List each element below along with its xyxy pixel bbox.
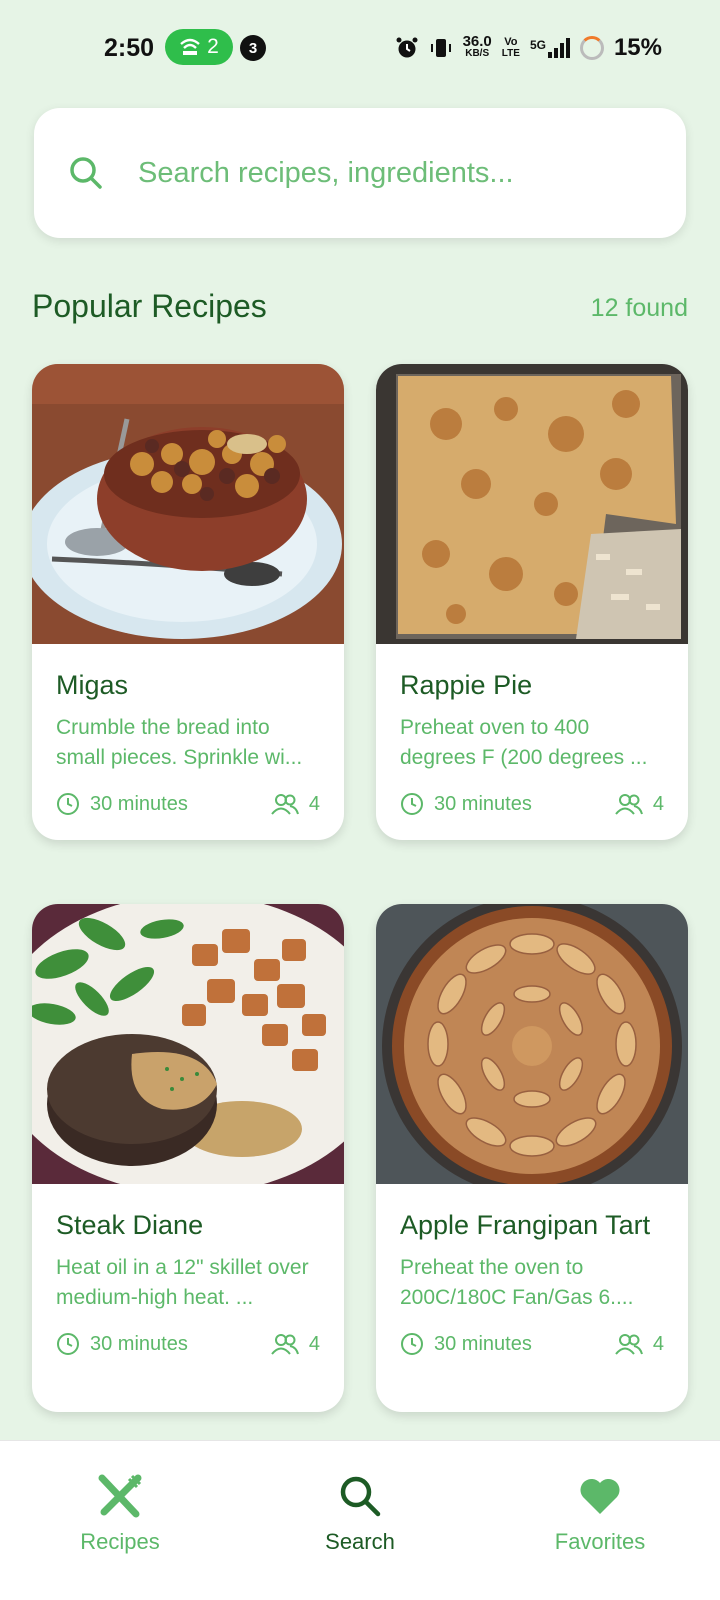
- heart-icon: [580, 1478, 620, 1514]
- nav-label: Recipes: [80, 1529, 160, 1554]
- hotspot-pill: 2: [165, 29, 233, 65]
- section-title: Popular Recipes: [32, 288, 267, 324]
- recipe-time: 30 minutes: [434, 792, 532, 815]
- clock-icon: [57, 793, 79, 815]
- volte-indicator: Vo LTE: [501, 36, 520, 59]
- alarm-icon: [396, 37, 418, 58]
- recipe-title: Apple Frangipan Tart: [400, 1210, 651, 1240]
- bottom-nav: Recipes Search Favorites: [0, 1440, 720, 1600]
- recipe-image-apple-tart: [376, 904, 688, 1184]
- signal-bars-icon: [547, 38, 570, 58]
- nav-recipes[interactable]: Recipes: [30, 1471, 210, 1555]
- recipe-description: Crumble the bread into small pieces. Spr…: [56, 716, 303, 769]
- servings-icon: [271, 794, 299, 815]
- search-icon: [340, 1476, 381, 1517]
- recipe-time: 30 minutes: [434, 1332, 532, 1355]
- status-time: 2:50: [104, 34, 155, 62]
- clock-icon: [401, 793, 423, 815]
- recipe-time: 30 minutes: [90, 792, 188, 815]
- recipe-servings: 4: [652, 1332, 664, 1355]
- recipe-image-migas: [32, 364, 344, 644]
- recipe-card[interactable]: Migas Crumble the bread into small piece…: [32, 364, 344, 840]
- servings-icon: [615, 794, 643, 815]
- recipe-card[interactable]: Steak Diane Heat oil in a 12" skillet ov…: [32, 904, 344, 1412]
- nav-label: Favorites: [554, 1529, 646, 1554]
- vibrate-icon: [430, 39, 451, 57]
- recipe-meta: 30 minutes 4: [400, 789, 664, 819]
- recipe-description: Preheat the oven to 200C/180C Fan/Gas 6.…: [400, 1256, 634, 1309]
- recipe-servings: 4: [308, 792, 320, 815]
- recipe-meta: 30 minutes 4: [400, 1329, 664, 1359]
- recipe-title: Rappie Pie: [400, 670, 533, 700]
- nav-label: Search: [325, 1529, 395, 1554]
- net-speed: 36.0 KB/S: [462, 33, 492, 59]
- results-count: 12 found: [590, 294, 688, 322]
- battery-ring-icon: [579, 36, 604, 60]
- recipe-meta: 30 minutes 4: [56, 1329, 320, 1359]
- hotspot-icon: [180, 38, 200, 55]
- notification-badge: 3: [240, 35, 266, 61]
- hotspot-count: 2: [207, 35, 219, 58]
- recipe-card[interactable]: Apple Frangipan Tart Preheat the oven to…: [376, 904, 688, 1412]
- recipe-servings: 4: [652, 792, 664, 815]
- nav-favorites[interactable]: Favorites: [510, 1471, 690, 1555]
- recipe-image-rappie-pie: [376, 364, 688, 644]
- cell-signal: 5G: [530, 38, 570, 58]
- network-type: 5G: [529, 38, 546, 52]
- clock-icon: [57, 1333, 79, 1355]
- nav-search[interactable]: Search: [270, 1471, 450, 1555]
- search-bar[interactable]: [34, 108, 686, 238]
- status-icons: 36.0 KB/S Vo LTE 5G 15%: [395, 34, 662, 62]
- recipe-description: Preheat oven to 400 degrees F (200 degre…: [400, 716, 648, 769]
- status-bar: 2:50 2 3 36.0 KB/S Vo LTE 5G 15%: [0, 0, 720, 96]
- recipe-title: Migas: [56, 670, 129, 700]
- clock-icon: [401, 1333, 423, 1355]
- servings-icon: [271, 1334, 299, 1355]
- recipe-card[interactable]: Rappie Pie Preheat oven to 400 degrees F…: [376, 364, 688, 840]
- search-input[interactable]: [138, 156, 658, 190]
- search-icon: [70, 157, 102, 189]
- servings-icon: [615, 1334, 643, 1355]
- recipe-title: Steak Diane: [56, 1210, 204, 1240]
- recipe-servings: 4: [308, 1332, 320, 1355]
- recipe-time: 30 minutes: [90, 1332, 188, 1355]
- fork-knife-icon: [98, 1474, 142, 1518]
- recipe-image-steak-diane: [32, 904, 344, 1184]
- recipe-description: Heat oil in a 12" skillet over medium-hi…: [56, 1256, 309, 1309]
- battery-percent: 15%: [613, 34, 662, 61]
- recipe-meta: 30 minutes 4: [56, 789, 320, 819]
